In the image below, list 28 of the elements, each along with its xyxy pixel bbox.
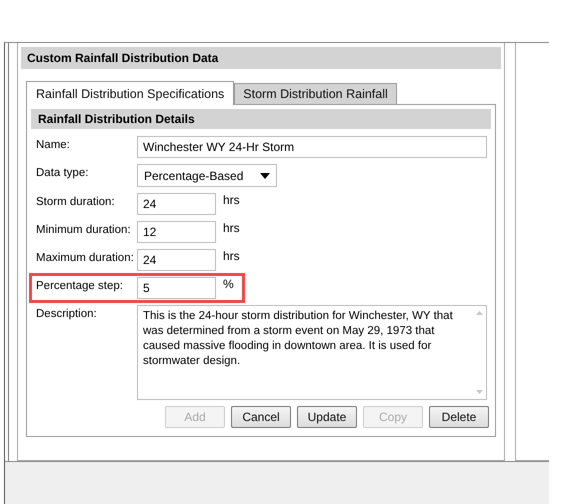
field-label: Maximum duration: [36, 251, 135, 264]
unit-label: hrs [222, 221, 240, 235]
number-field[interactable]: 24 [137, 249, 216, 271]
name-field[interactable]: Winchester WY 24-Hr Storm [137, 136, 487, 158]
section-title: Rainfall Distribution Details [31, 109, 491, 129]
scroll-up-icon[interactable] [476, 311, 482, 315]
panel-title: Custom Rainfall Distribution Data [21, 47, 501, 69]
caret-icon [260, 172, 270, 178]
data-type-dropdown[interactable]: Percentage-Based [137, 164, 277, 187]
unit-label: hrs [222, 193, 240, 207]
action-button[interactable]: Delete [429, 406, 489, 428]
tab[interactable]: Storm Distribution Rainfall [234, 83, 397, 104]
description-field[interactable]: This is the 24-hour storm distribution for Winchester, WY that was determined from a storm event on May 29, 1973 that caused massive flooding in downtown area. It is used for stormwater design. [137, 305, 487, 400]
tab[interactable]: Rainfall Distribution Specifications [26, 81, 234, 105]
number-field[interactable]: 12 [137, 221, 216, 243]
unit-label: hrs [222, 249, 240, 263]
action-button[interactable]: Update [297, 406, 357, 428]
action-button[interactable]: Cancel [231, 406, 291, 428]
field-label: Percentage step: [36, 279, 124, 292]
number-field[interactable]: 5 [137, 277, 216, 299]
field-label: Data type: [36, 166, 90, 179]
field-label: Description: [36, 307, 98, 320]
field-label: Storm duration: [36, 195, 116, 208]
unit-label: % [222, 277, 234, 291]
scroll-down-icon[interactable] [476, 390, 482, 394]
field-label: Minimum duration: [36, 223, 132, 236]
field-label: Name: [36, 138, 71, 151]
number-field[interactable]: 24 [137, 193, 216, 215]
